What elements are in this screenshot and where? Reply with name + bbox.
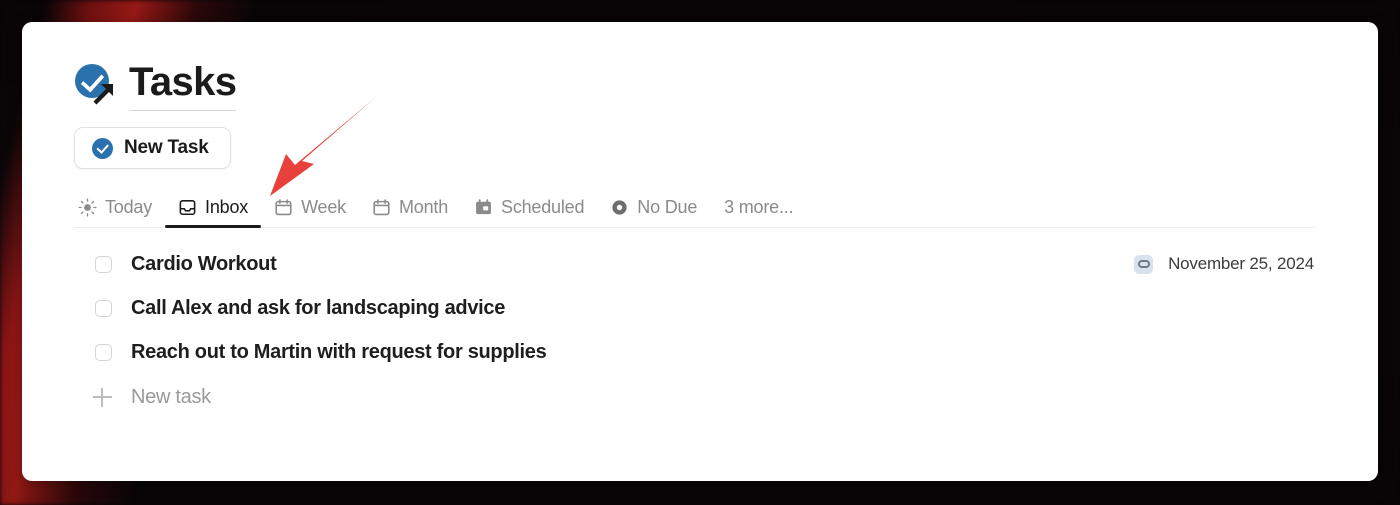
table-row[interactable]: Reach out to Martin with request for sup…: [74, 330, 1316, 374]
new-task-button[interactable]: New Task: [74, 127, 231, 169]
tab-inbox-label: Inbox: [205, 197, 249, 217]
tab-month-label: Month: [398, 197, 449, 217]
task-due-date: November 25, 2024: [1168, 254, 1314, 273]
tab-today-label: Today: [105, 197, 153, 217]
task-list: Cardio Workout November 25, 2024 Call Al…: [74, 242, 1316, 418]
tab-month[interactable]: Month: [359, 188, 461, 227]
tab-no-due[interactable]: No Due: [597, 188, 710, 227]
inbox-tray-icon: [179, 199, 196, 216]
task-title: Reach out to Martin with request for sup…: [131, 340, 547, 363]
tab-more-label: 3 more...: [724, 197, 794, 217]
tab-bar: Today Inbox Week Month Scheduled No Due …: [74, 188, 1316, 228]
tab-week-label: Week: [301, 197, 346, 217]
tasks-app-icon: [74, 62, 118, 106]
donut-circle-icon: [612, 200, 627, 215]
external-link-arrow-icon: [93, 84, 113, 105]
task-checkbox[interactable]: [95, 255, 112, 273]
task-meta: November 25, 2024: [1134, 254, 1316, 274]
page-header: Tasks: [74, 58, 1378, 111]
sun-icon: [78, 198, 97, 217]
tab-week[interactable]: Week: [261, 188, 359, 227]
task-title: Call Alex and ask for landscaping advice: [131, 296, 506, 319]
tab-no-due-label: No Due: [637, 197, 698, 217]
task-title: Cardio Workout: [131, 252, 277, 275]
repeat-icon: [1134, 254, 1154, 274]
table-row[interactable]: Call Alex and ask for landscaping advice: [74, 286, 1316, 330]
tab-more[interactable]: 3 more...: [710, 188, 806, 227]
tab-scheduled-label: Scheduled: [501, 197, 585, 217]
page-title: Tasks: [129, 62, 237, 111]
tab-inbox[interactable]: Inbox: [165, 188, 262, 228]
new-task-button-label: New Task: [124, 137, 209, 158]
task-checkbox[interactable]: [95, 343, 112, 361]
check-circle-icon: [92, 137, 113, 159]
add-new-task-label: New task: [131, 385, 211, 408]
calendar-icon: [275, 199, 292, 216]
tasks-panel: Tasks New Task Today Inbox Week Month Sc…: [22, 22, 1378, 481]
tab-today[interactable]: Today: [74, 188, 165, 227]
add-new-task-row[interactable]: New task: [74, 376, 1316, 418]
tab-scheduled[interactable]: Scheduled: [461, 188, 597, 227]
table-row[interactable]: Cardio Workout November 25, 2024: [74, 242, 1316, 286]
calendar-icon: [373, 199, 390, 216]
task-checkbox[interactable]: [95, 299, 112, 317]
calendar-filled-icon: [476, 199, 491, 215]
plus-icon: [90, 385, 114, 409]
